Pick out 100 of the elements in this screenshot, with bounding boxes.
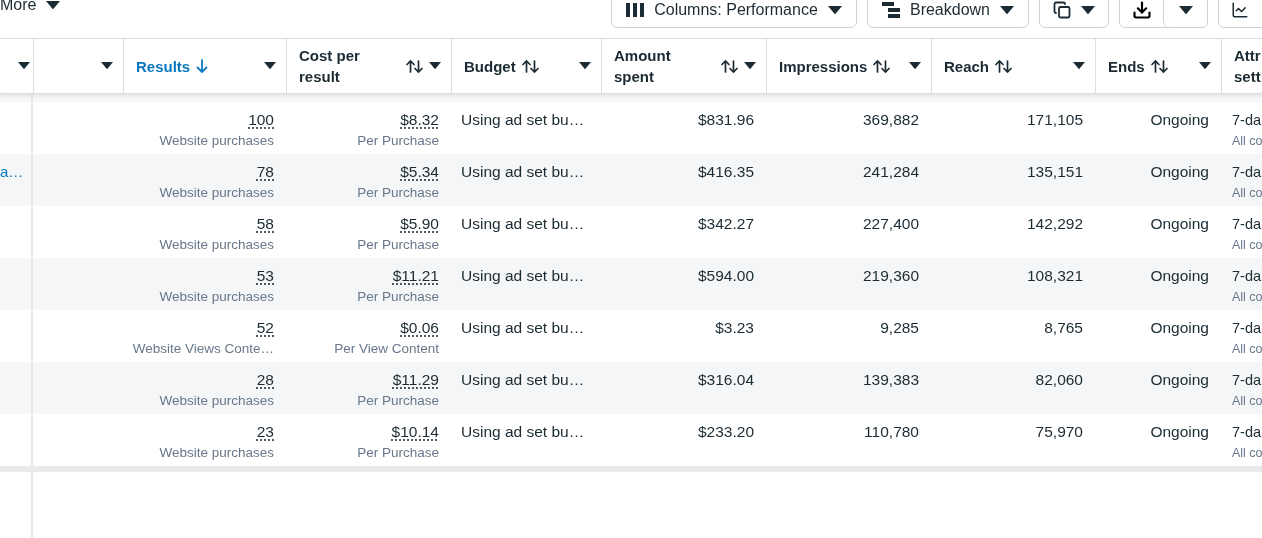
impressions-value: 241,284 — [862, 162, 919, 182]
download-icon — [1131, 0, 1152, 20]
caret-icon — [909, 62, 921, 70]
ends-value: Ongoing — [1150, 214, 1209, 234]
column-header[interactable]: Attr sett — [1221, 39, 1262, 93]
budget-value: Using ad set bu… — [461, 370, 585, 390]
column-title: Reach — [944, 56, 990, 77]
reach-value: 135,151 — [1026, 162, 1083, 182]
result-type: Website purchases — [159, 288, 274, 306]
result-type: Website purchases — [159, 236, 274, 254]
column-title: Ends — [1108, 56, 1145, 77]
breakdown-button[interactable]: Breakdown — [867, 0, 1029, 28]
column-header[interactable]: Reach — [931, 39, 1095, 93]
results-value: 23 — [256, 422, 274, 442]
amount-spent-value: $316.04 — [697, 370, 754, 390]
impressions-value: 110,780 — [864, 422, 919, 442]
results-value: 100 — [248, 110, 274, 130]
cost-type: Per Purchase — [357, 132, 439, 150]
budget-value: Using ad set bu… — [461, 162, 585, 182]
budget-value: Using ad set bu… — [461, 214, 585, 234]
stacked-bars-icon — [881, 2, 900, 18]
impressions-value: 369,882 — [862, 110, 919, 130]
column-header[interactable]: Budget — [451, 39, 601, 93]
reach-value: 108,321 — [1026, 266, 1083, 286]
result-type: Website purchases — [159, 392, 274, 410]
cost-value: $11.29 — [392, 370, 439, 390]
attribution-value: 7-da — [1232, 163, 1262, 182]
amount-spent-value: $233.20 — [697, 422, 754, 442]
amount-spent-value: $3.23 — [715, 318, 754, 338]
cost-value: $10.14 — [391, 422, 439, 442]
reports-button[interactable] — [1039, 0, 1109, 28]
attribution-type: All co — [1232, 237, 1262, 254]
reach-value: 142,292 — [1026, 214, 1083, 234]
caret-icon — [1178, 5, 1193, 15]
amount-spent-value: $342.27 — [697, 214, 754, 234]
ends-value: Ongoing — [1150, 162, 1209, 182]
caret-icon — [1199, 62, 1211, 70]
attribution-type: All co — [1232, 185, 1262, 202]
column-header[interactable]: Impressions — [766, 39, 931, 93]
ends-value: Ongoing — [1150, 370, 1209, 390]
ends-value: Ongoing — [1150, 110, 1209, 130]
attribution-type: All co — [1232, 445, 1262, 462]
reach-value: 171,105 — [1026, 110, 1083, 130]
cost-type: Per Purchase — [357, 392, 439, 410]
attribution-value: 7-da — [1232, 215, 1262, 234]
columns-button[interactable]: Columns: Performance — [611, 0, 857, 28]
results-value: 78 — [256, 162, 274, 182]
ends-value: Ongoing — [1150, 318, 1209, 338]
column-title: Attr sett — [1234, 46, 1262, 87]
cost-type: Per Purchase — [357, 444, 439, 462]
cost-type: Per Purchase — [357, 236, 439, 254]
cost-value: $11.21 — [392, 266, 439, 286]
impressions-value: 139,383 — [862, 370, 919, 390]
attribution-type: All co — [1232, 341, 1262, 358]
ad-name-link[interactable]: a… — [0, 161, 24, 183]
results-value: 58 — [256, 214, 274, 234]
column-title: Impressions — [779, 56, 868, 77]
caret-icon — [1073, 62, 1085, 70]
caret-icon — [101, 62, 113, 70]
result-type: Website purchases — [159, 184, 274, 202]
cost-value: $5.90 — [400, 214, 439, 234]
result-type: Website purchases — [159, 444, 274, 462]
ends-value: Ongoing — [1150, 266, 1209, 286]
column-header[interactable]: Results — [123, 39, 286, 93]
column-header[interactable]: Cost per result — [286, 39, 451, 93]
budget-value: Using ad set bu… — [461, 422, 585, 442]
reach-value: 82,060 — [1035, 370, 1083, 390]
cost-type: Per Purchase — [357, 288, 439, 306]
results-value: 53 — [256, 266, 274, 286]
budget-value: Using ad set bu… — [461, 266, 585, 286]
caret-icon — [46, 0, 61, 10]
cost-type: Per Purchase — [357, 184, 439, 202]
cost-value: $5.34 — [400, 162, 439, 182]
column-title: Budget — [464, 56, 516, 77]
results-value: 52 — [256, 318, 274, 338]
caret-icon — [579, 62, 591, 70]
cost-value: $0.06 — [400, 318, 439, 338]
caret-icon — [18, 62, 30, 70]
impressions-value: 9,285 — [880, 318, 919, 338]
export-menu-button[interactable] — [1163, 0, 1207, 27]
columns-icon — [626, 3, 645, 17]
chart-icon — [1231, 1, 1249, 19]
caret-icon — [744, 62, 756, 70]
reach-value: 75,970 — [1035, 422, 1083, 442]
caret-icon — [1000, 5, 1014, 15]
result-type: Website purchases — [159, 132, 274, 150]
attribution-type: All co — [1232, 393, 1262, 410]
attribution-value: 7-da — [1232, 423, 1262, 442]
column-title: Amount spent — [614, 46, 672, 87]
attribution-value: 7-da — [1232, 319, 1262, 338]
caret-icon — [429, 62, 441, 70]
column-title: Results — [136, 56, 191, 77]
attribution-type: All co — [1232, 133, 1262, 150]
caret-icon — [1081, 5, 1095, 15]
column-title: Cost per result — [299, 46, 361, 87]
amount-spent-value: $831.96 — [697, 110, 754, 130]
amount-spent-value: $416.35 — [697, 162, 754, 182]
column-header[interactable]: Amount spent — [601, 39, 766, 93]
column-header[interactable]: Ends — [1095, 39, 1221, 93]
attribution-value: 7-da — [1232, 371, 1262, 390]
